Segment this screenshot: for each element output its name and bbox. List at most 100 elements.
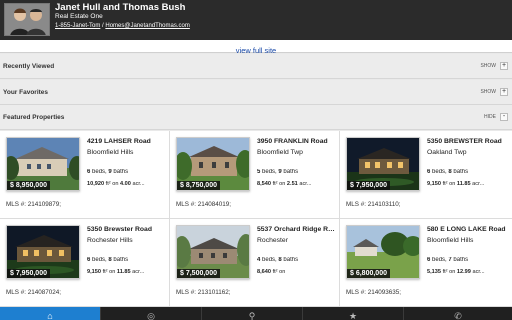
- tab-compass[interactable]: ◎: [101, 307, 202, 320]
- property-photo[interactable]: $ 6,800,000: [346, 225, 420, 279]
- collapse-icon[interactable]: -: [500, 113, 508, 121]
- sqft-acres: 8,640 ft² on: [257, 269, 337, 275]
- sqft-unit: ft²: [272, 181, 278, 187]
- acres-label: acr...: [132, 181, 145, 187]
- phone-icon: ✆: [454, 311, 462, 320]
- sqft-unit: ft²: [442, 181, 448, 187]
- sqft-unit: ft²: [272, 269, 278, 275]
- sqft-acres: 9,150 ft² on 11.85 acr...: [427, 181, 507, 187]
- property-city: Rochester Hills: [87, 237, 133, 244]
- sqft-unit: ft²: [102, 269, 108, 275]
- baths-count: 8: [108, 257, 112, 263]
- on-label: on: [449, 269, 456, 275]
- expand-icon[interactable]: +: [500, 88, 508, 96]
- full-site-bar: view full site: [0, 40, 512, 55]
- beds-baths: 5 beds, 9 baths: [257, 169, 299, 175]
- tab-search[interactable]: ⚲: [202, 307, 303, 320]
- beds-count: 4: [257, 257, 261, 263]
- property-address: 4219 LAHSER Road: [87, 138, 151, 145]
- property-card[interactable]: $ 7,950,000 5350 Brewster Road Rochester…: [0, 219, 170, 307]
- property-card[interactable]: $ 7,500,000 5537 Orchard Ridge Road Roch…: [170, 219, 340, 307]
- price-badge: $ 8,950,000: [7, 181, 50, 190]
- property-card[interactable]: $ 7,950,000 5350 BREWSTER Road Oakland T…: [340, 131, 512, 219]
- baths-label: baths: [113, 169, 129, 175]
- section-title: Your Favorites: [3, 89, 49, 96]
- property-city: Bloomfield Hills: [87, 149, 134, 156]
- home-icon: ⌂: [47, 311, 53, 320]
- section-title: Recently Viewed: [3, 63, 55, 70]
- email-link[interactable]: Homes@JanetandThomas.com: [105, 23, 189, 29]
- baths-label: baths: [453, 169, 469, 175]
- beds-count: 5: [257, 169, 261, 175]
- agent-name: Janet Hull and Thomas Bush: [55, 2, 186, 13]
- price-badge: $ 8,750,000: [177, 181, 220, 190]
- on-label: on: [279, 181, 286, 187]
- beds-count: 6: [427, 257, 431, 263]
- property-card[interactable]: $ 8,950,000 4219 LAHSER Road Bloomfield …: [0, 131, 170, 219]
- beds-baths: 6 beds, 7 baths: [427, 257, 469, 263]
- baths-label: baths: [283, 257, 299, 263]
- baths-label: baths: [113, 257, 129, 263]
- baths-count: 9: [108, 169, 112, 175]
- acres-value: 12.99: [456, 269, 471, 275]
- property-address: 3950 FRANKLIN Road: [257, 138, 328, 145]
- beds-count: 6: [87, 257, 91, 263]
- tab-favorites[interactable]: ★: [303, 307, 404, 320]
- beds-baths: 6 beds, 9 baths: [87, 169, 129, 175]
- phone-link[interactable]: 1-855-Janet-Tom: [55, 23, 100, 29]
- beds-baths: 6 beds, 8 baths: [87, 257, 129, 263]
- on-label: on: [279, 269, 286, 275]
- acres-label: acr...: [472, 269, 485, 275]
- on-label: on: [112, 181, 119, 187]
- sqft-unit: ft²: [442, 269, 448, 275]
- property-address: 5537 Orchard Ridge Road: [257, 226, 337, 233]
- tab-contact[interactable]: ✆: [404, 307, 512, 320]
- property-photo[interactable]: $ 8,950,000: [6, 137, 80, 191]
- property-address: 580 E LONG LAKE Road: [427, 226, 506, 233]
- sqft-unit: ft²: [105, 181, 111, 187]
- baths-count: 7: [448, 257, 452, 263]
- agent-photo: [4, 3, 50, 36]
- baths-count: 8: [278, 257, 282, 263]
- property-city: Rochester: [257, 237, 288, 244]
- acres-value: 11.85: [116, 269, 131, 275]
- price-badge: $ 7,950,000: [7, 269, 50, 278]
- property-city: Oakland Twp: [427, 149, 467, 156]
- show-toggle[interactable]: SHOW: [480, 63, 496, 69]
- mls-number: MLS #: 213101162;: [176, 289, 231, 296]
- property-address: 5350 Brewster Road: [87, 226, 152, 233]
- on-label: on: [449, 181, 456, 187]
- section-favorites[interactable]: Your Favorites SHOW +: [0, 80, 512, 105]
- property-city: Bloomfield Twp: [257, 149, 303, 156]
- on-label: on: [109, 269, 116, 275]
- show-toggle[interactable]: SHOW: [480, 89, 496, 95]
- baths-count: 9: [278, 169, 282, 175]
- property-grid: $ 8,950,000 4219 LAHSER Road Bloomfield …: [0, 131, 512, 307]
- mls-number: MLS #: 214087024;: [6, 289, 61, 296]
- tab-home[interactable]: ⌂: [0, 307, 101, 320]
- section-title: Featured Properties: [3, 114, 65, 121]
- price-badge: $ 6,800,000: [347, 269, 390, 278]
- beds-baths: 4 beds, 8 baths: [257, 257, 299, 263]
- property-photo[interactable]: $ 7,500,000: [176, 225, 250, 279]
- property-photo[interactable]: $ 8,750,000: [176, 137, 250, 191]
- hide-toggle[interactable]: HIDE: [484, 114, 496, 120]
- sqft-acres: 8,540 ft² on 2.51 acr...: [257, 181, 337, 187]
- acres-label: acr...: [299, 181, 312, 187]
- sqft-value: 10,920: [87, 181, 105, 187]
- expand-icon[interactable]: +: [500, 62, 508, 70]
- agent-company: Real Estate One: [55, 13, 103, 20]
- sqft-acres: 5,135 ft² on 12.99 acr...: [427, 269, 507, 275]
- beds-baths: 6 beds, 8 baths: [427, 169, 469, 175]
- mls-number: MLS #: 214103110;: [346, 201, 401, 208]
- beds-label: beds: [262, 257, 276, 263]
- section-featured[interactable]: Featured Properties HIDE -: [0, 105, 512, 130]
- agent-contacts: 1-855-Janet-Tom / Homes@JanetandThomas.c…: [55, 23, 190, 29]
- property-photo[interactable]: $ 7,950,000: [6, 225, 80, 279]
- property-photo[interactable]: $ 7,950,000: [346, 137, 420, 191]
- property-card[interactable]: $ 8,750,000 3950 FRANKLIN Road Bloomfiel…: [170, 131, 340, 219]
- baths-label: baths: [283, 169, 299, 175]
- section-recently-viewed[interactable]: Recently Viewed SHOW +: [0, 54, 512, 79]
- property-card[interactable]: $ 6,800,000 580 E LONG LAKE Road Bloomfi…: [340, 219, 512, 307]
- app-root: Janet Hull and Thomas Bush Real Estate O…: [0, 0, 512, 320]
